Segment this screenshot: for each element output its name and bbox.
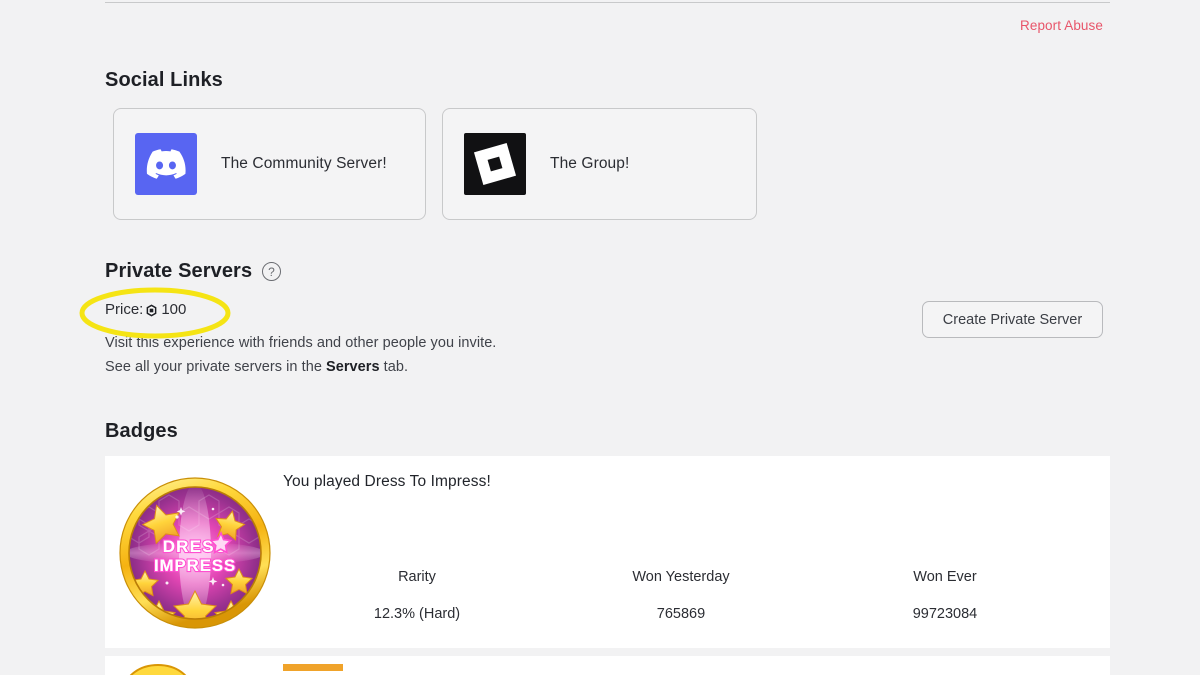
desc-suffix: tab. (380, 359, 408, 375)
badge-stat-rarity: Rarity 12.3% (Hard) (312, 569, 522, 622)
report-abuse-link[interactable]: Report Abuse (1020, 18, 1103, 33)
stat-value: 12.3% (Hard) (312, 606, 522, 622)
social-link-card-roblox-group[interactable]: The Group! (442, 108, 757, 220)
badge-stat-won-yesterday: Won Yesterday 765869 (576, 569, 786, 622)
private-servers-heading: Private Servers (105, 260, 252, 283)
social-link-card-discord[interactable]: The Community Server! (113, 108, 426, 220)
stat-label: Rarity (312, 569, 522, 585)
badge-card[interactable]: DRESS DRESS IMPRESS IMPRESS You played D… (105, 456, 1110, 648)
private-servers-description-line-2: See all your private servers in the Serv… (105, 359, 408, 375)
create-private-server-button[interactable]: Create Private Server (922, 301, 1103, 338)
discord-icon (135, 133, 197, 195)
social-links-heading: Social Links (105, 69, 223, 92)
social-link-label: The Group! (550, 155, 629, 173)
price-label: Price: (105, 301, 143, 318)
price-value: 100 (161, 301, 186, 318)
badge-title-partial (283, 664, 343, 671)
badge-icon-partial (118, 660, 198, 675)
servers-tab-reference: Servers (326, 359, 380, 375)
section-divider (105, 2, 1110, 3)
badge-stat-won-ever: Won Ever 99723084 (840, 569, 1050, 622)
roblox-icon (464, 133, 526, 195)
stat-label: Won Yesterday (576, 569, 786, 585)
badges-heading: Badges (105, 420, 178, 443)
robux-icon (145, 304, 158, 317)
social-link-label: The Community Server! (221, 155, 387, 173)
experience-details-page: Report Abuse Social Links The Community … (0, 0, 1200, 675)
badge-card-partial[interactable] (105, 656, 1110, 675)
discord-glyph (146, 149, 186, 179)
dress-to-impress-badge-icon: DRESS DRESS IMPRESS IMPRESS (115, 473, 275, 633)
badge-title: You played Dress To Impress! (283, 473, 491, 491)
question-mark-icon[interactable]: ? (262, 262, 281, 281)
private-servers-description-line-1: Visit this experience with friends and o… (105, 335, 496, 351)
private-server-price: Price: 100 (105, 301, 186, 318)
stat-label: Won Ever (840, 569, 1050, 585)
badge-logo-text: DRESS DRESS IMPRESS IMPRESS (154, 533, 236, 575)
stat-value: 99723084 (840, 606, 1050, 622)
desc-prefix: See all your private servers in the (105, 359, 326, 375)
svg-text:IMPRESS: IMPRESS (154, 556, 236, 575)
stat-value: 765869 (576, 606, 786, 622)
